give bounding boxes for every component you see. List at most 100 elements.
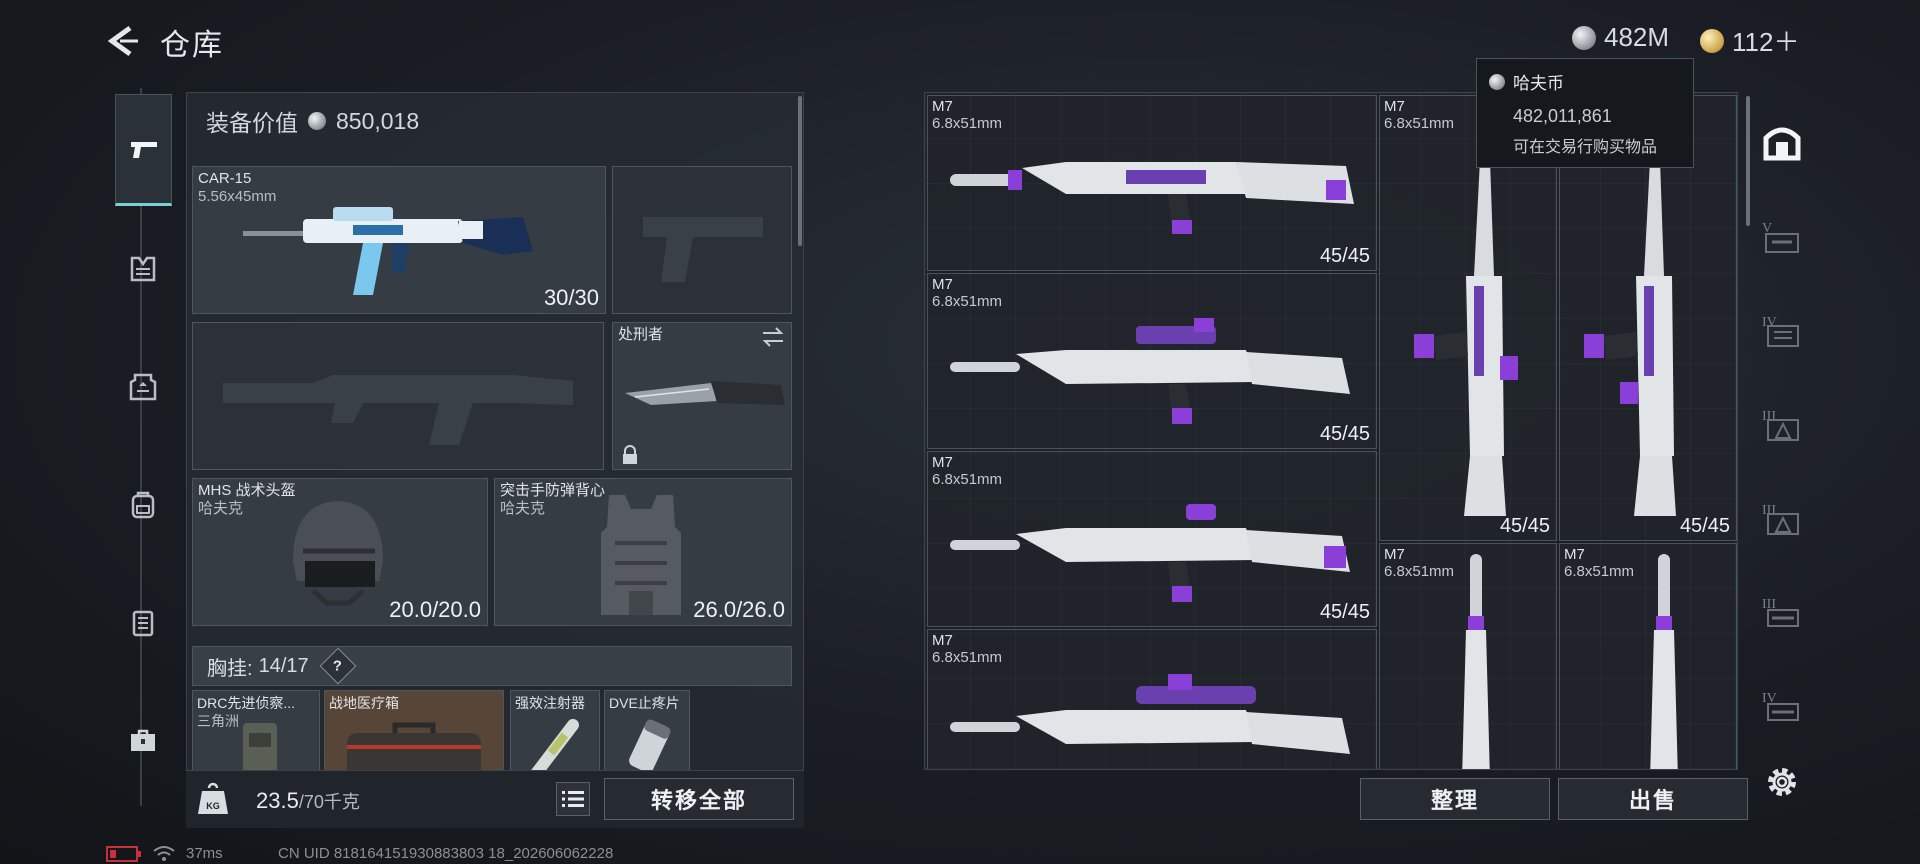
nav-item-weapons[interactable] <box>115 94 172 206</box>
storage-item[interactable]: M7 6.8x51mm 45/45 <box>927 451 1377 627</box>
svg-text:KG: KG <box>206 801 220 811</box>
chest-rig-bar[interactable]: 胸挂: 14/17 ? <box>192 646 792 686</box>
m7-rifle-vertical-image <box>1584 160 1676 516</box>
item-name: M7 <box>1384 98 1405 115</box>
nav-item-toolbox[interactable] <box>114 712 172 770</box>
gold-amount: 112＋ <box>1732 27 1800 57</box>
item-name: M7 <box>932 276 953 293</box>
list-view-button[interactable] <box>556 782 590 816</box>
primary-weapon-ammo: 30/30 <box>543 285 599 310</box>
gold-coin-icon <box>1700 28 1724 53</box>
nav-item-backpack[interactable] <box>114 476 172 534</box>
item-name: M7 <box>932 454 953 471</box>
item-ammo: 45/45 <box>1679 515 1730 537</box>
gear-icon <box>1768 768 1796 796</box>
chest-rig-used: 14 <box>258 654 281 677</box>
tier-iii-weapon-tab[interactable]: III <box>1752 582 1812 642</box>
tier-iii-tab[interactable]: III <box>1752 394 1812 454</box>
tier-iii-icon: III <box>1762 409 1799 441</box>
weight-kg-icon: KG <box>198 782 228 814</box>
item-ammo: 45/45 <box>1319 601 1370 623</box>
silver-coin-icon <box>1489 73 1505 90</box>
armor-slot[interactable]: 突击手防弹背心 哈夫克 26.0/26.0 <box>494 478 792 626</box>
gold-currency[interactable]: 112＋ <box>1700 22 1799 59</box>
uid-readout: CN UID 818164151930883803 18_20260606222… <box>278 845 614 862</box>
m7-rifle-vertical-image <box>1650 554 1678 769</box>
armor-brand: 哈夫克 <box>500 500 546 517</box>
storage-item[interactable]: M7 6.8x51mm <box>1559 543 1737 769</box>
tooltip-description: 可在交易行购买物品 <box>1513 139 1658 156</box>
primary-weapon-slot[interactable]: CAR-15 5.56x45mm 30/30 <box>192 166 606 314</box>
battery-icon <box>106 846 141 862</box>
settings-button[interactable] <box>1752 752 1812 812</box>
swap-icon[interactable] <box>761 327 785 347</box>
help-icon[interactable]: ? <box>319 647 357 685</box>
item-ammo: 45/45 <box>1319 245 1370 267</box>
tooltip-title: 哈夫币 <box>1513 74 1564 93</box>
tactical-helmet-image <box>293 501 383 606</box>
case-icon <box>132 610 154 637</box>
tier-iv-tab[interactable]: IV <box>1752 300 1812 360</box>
storage-scrollbar[interactable] <box>1746 96 1750 226</box>
item-name: M7 <box>1384 546 1405 563</box>
tier-iv-icon: IV <box>1762 315 1799 347</box>
ping-readout: 37ms <box>186 845 223 862</box>
tier-v-icon: V <box>1762 221 1799 253</box>
silver-coin-icon <box>1572 25 1596 50</box>
storage-icon <box>1763 127 1801 161</box>
nav-item-rig[interactable] <box>114 240 172 298</box>
tooltip-amount: 482,011,861 <box>1513 106 1612 126</box>
storage-item[interactable]: M7 6.8x51mm 45/45 <box>927 273 1377 449</box>
nav-item-armor[interactable] <box>114 358 172 416</box>
tier-ii-icon: III <box>1762 503 1799 535</box>
helmet-slot[interactable]: MHS 战术头盔 哈夫克 20.0/20.0 <box>192 478 488 626</box>
storage-all-tab[interactable] <box>1752 112 1812 172</box>
m7-rifle-vertical-image <box>1414 160 1518 516</box>
nav-item-case[interactable] <box>114 594 172 652</box>
rig-item-name: 战地医疗箱 <box>329 695 399 711</box>
knife-image <box>625 381 785 405</box>
secondary-rifle-slot[interactable] <box>192 322 604 470</box>
sort-button[interactable]: 整理 <box>1360 778 1550 820</box>
loadout-scrollbar[interactable] <box>798 96 802 246</box>
svg-text:III: III <box>1762 503 1776 518</box>
storage-item[interactable]: M7 6.8x51mm <box>927 629 1377 769</box>
storage-item[interactable]: M7 6.8x51mm 45/45 <box>927 95 1377 271</box>
helmet-durability: 20.0/20.0 <box>389 597 481 622</box>
storage-item[interactable]: M7 6.8x51mm <box>1379 543 1557 769</box>
rig-item-recon[interactable]: DRC先进侦察... 三角洲 <box>192 690 320 778</box>
sell-button[interactable]: 出售 <box>1558 778 1748 820</box>
rig-item-name: DRC先进侦察... <box>197 695 295 711</box>
pistol-icon <box>130 142 157 158</box>
weight-capacity: /70千克 <box>298 792 360 812</box>
tier-iv-weapon-tab[interactable]: IV <box>1752 676 1812 736</box>
backpack-icon <box>131 491 155 519</box>
armor-vest-icon <box>129 373 157 401</box>
pistol-silhouette-icon <box>643 217 763 282</box>
melee-slot[interactable]: 处刑者 <box>612 322 792 470</box>
helmet-name: MHS 战术头盔 <box>198 482 296 499</box>
equipment-value-amount: 850,018 <box>336 107 420 134</box>
equipment-value: 装备价值 850,018 <box>206 104 419 138</box>
rig-item-painkiller[interactable]: DVE止疼片 <box>604 690 690 778</box>
transfer-all-button[interactable]: 转移全部 <box>604 778 794 820</box>
storage-grid[interactable]: M7 6.8x51mm 45/45 M7 6.8x51mm 45/45 M7 6… <box>924 92 1738 770</box>
rig-item-injector[interactable]: 强效注射器 <box>510 690 600 778</box>
tier-ii-tab[interactable]: III <box>1752 488 1812 548</box>
lock-icon <box>623 445 637 464</box>
armor-name: 突击手防弹背心 <box>500 482 606 499</box>
currency-tooltip: 哈夫币 482,011,861 可在交易行购买物品 <box>1476 58 1694 168</box>
rig-item-medkit[interactable]: 战地医疗箱 <box>324 690 504 778</box>
chest-rig-label: 胸挂: <box>207 657 253 680</box>
tier-v-tab[interactable]: V <box>1752 206 1812 266</box>
m7-rifle-sniper-image <box>950 674 1350 754</box>
silver-currency[interactable]: 482M <box>1572 22 1669 53</box>
m7-rifle-scoped-image <box>950 318 1350 424</box>
injector-image <box>529 719 579 777</box>
car15-rifle-image <box>243 207 533 295</box>
painkiller-image <box>629 719 671 773</box>
back-arrow-icon[interactable] <box>104 24 140 58</box>
recon-device-image <box>243 723 277 777</box>
silver-coin-icon <box>308 112 326 130</box>
secondary-weapon-slot[interactable] <box>612 166 792 314</box>
